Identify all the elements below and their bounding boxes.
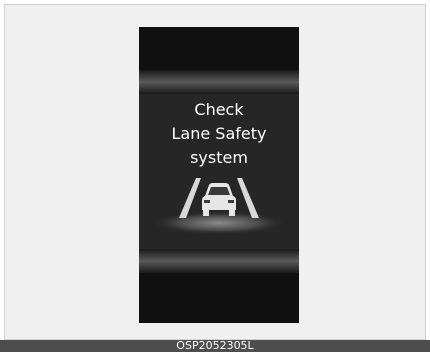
cluster-display: Check Lane Safety system <box>139 27 299 323</box>
figure-caption: OSP2052305L <box>0 340 430 352</box>
display-lower-band <box>139 249 299 273</box>
lane-safety-icon <box>151 178 287 235</box>
warning-message: Check Lane Safety system <box>139 98 299 170</box>
warning-message-line-2: Lane Safety <box>171 124 267 143</box>
warning-message-line-1: Check <box>194 100 244 119</box>
display-upper-band <box>139 70 299 94</box>
warning-message-line-3: system <box>190 148 248 167</box>
